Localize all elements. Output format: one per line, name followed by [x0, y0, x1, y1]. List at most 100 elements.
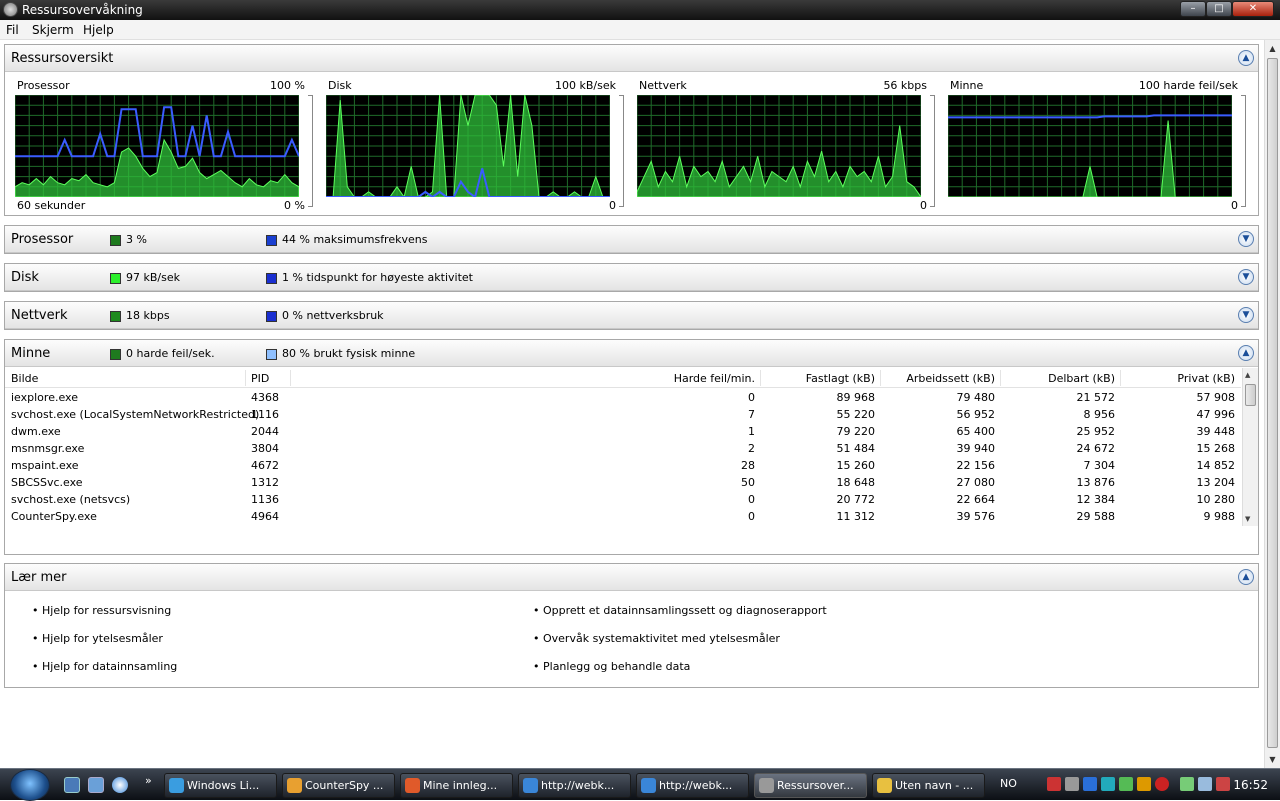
- menu-help[interactable]: Hjelp: [83, 23, 114, 37]
- cell-pid: 4368: [251, 391, 279, 404]
- taskbar-button[interactable]: http://webk...: [636, 773, 749, 798]
- network-usage-label: 0 % nettverksbruk: [282, 309, 384, 322]
- column-header-commit[interactable]: Fastlagt (kB): [765, 372, 875, 385]
- overview-title: Ressursoversikt: [11, 51, 114, 66]
- network-rate-swatch: [110, 311, 121, 322]
- window-scrollbar[interactable]: ▲ ▼: [1264, 40, 1280, 768]
- network-section-header[interactable]: Nettverk 18 kbps 0 % nettverksbruk ▼: [5, 302, 1258, 329]
- help-performance-monitor-link[interactable]: • Hjelp for ytelsesmåler: [32, 632, 163, 645]
- create-collector-set-link[interactable]: • Opprett et datainnsamlingssett og diagn…: [533, 604, 827, 617]
- taskbar-button-label: Ressursover...: [777, 779, 854, 792]
- help-resource-view-link[interactable]: • Hjelp for ressursvisning: [32, 604, 171, 617]
- tray-stop-icon[interactable]: [1155, 777, 1169, 791]
- start-button[interactable]: [10, 769, 50, 801]
- taskbar-button[interactable]: Uten navn - ...: [872, 773, 985, 798]
- column-header-shareable[interactable]: Delbart (kB): [1005, 372, 1115, 385]
- tray-antispyware-icon[interactable]: [1119, 777, 1133, 791]
- collapse-up-icon[interactable]: ▲: [1238, 50, 1254, 66]
- title-bar: Ressursovervåkning – □ ✕: [0, 0, 1280, 20]
- language-indicator[interactable]: NO: [1000, 777, 1017, 790]
- tray-security-icon[interactable]: [1047, 777, 1061, 791]
- expand-down-icon[interactable]: ▼: [1238, 231, 1254, 247]
- close-button[interactable]: ✕: [1232, 1, 1274, 17]
- cpu-section-title: Prosessor: [11, 232, 74, 247]
- table-scrollbar[interactable]: ▲ ▼: [1242, 368, 1258, 526]
- column-header-private[interactable]: Privat (kB): [1125, 372, 1235, 385]
- taskbar-button[interactable]: CounterSpy ...: [282, 773, 395, 798]
- table-row[interactable]: iexplore.exe 4368 0 89 968 79 480 21 572 57 90…: [5, 389, 1241, 406]
- tray-update-icon[interactable]: [1137, 777, 1151, 791]
- menu-view[interactable]: Skjerm: [32, 23, 74, 37]
- collapse-up-icon[interactable]: ▲: [1238, 345, 1254, 361]
- network-graph-title: Nettverk: [639, 79, 687, 92]
- cell-private: 57 908: [1196, 391, 1236, 404]
- table-row[interactable]: svchost.exe (netsvcs) 1136 0 20 772 22 664 12…: [5, 491, 1241, 508]
- disk-section-title: Disk: [11, 270, 39, 285]
- table-row[interactable]: svchost.exe (LocalSystemNetworkRestricte…: [5, 406, 1241, 423]
- cell-pid: 4964: [251, 510, 279, 523]
- taskbar: » Windows Li... CounterSpy ... Mine innleg…: [0, 768, 1280, 801]
- cpu-usage-swatch: [110, 235, 121, 246]
- volume-icon[interactable]: [1216, 777, 1230, 791]
- collapse-up-icon[interactable]: ▲: [1238, 569, 1254, 585]
- expand-down-icon[interactable]: ▼: [1238, 269, 1254, 285]
- clock[interactable]: 16:52: [1233, 778, 1268, 792]
- help-data-collection-link[interactable]: • Hjelp for datainnsamling: [32, 660, 177, 673]
- table-row[interactable]: dwm.exe 2044 1 79 220 65 400 25 952 39 448: [5, 423, 1241, 440]
- internet-explorer-icon[interactable]: [112, 777, 128, 793]
- chevron-right-icon[interactable]: »: [145, 774, 152, 787]
- column-header-working-set[interactable]: Arbeidssett (kB): [885, 372, 995, 385]
- schedule-data-link[interactable]: • Planlegg og behandle data: [533, 660, 690, 673]
- minimize-button[interactable]: –: [1180, 1, 1206, 17]
- menu-file[interactable]: Fil: [6, 23, 19, 37]
- column-header-pid[interactable]: PID: [251, 372, 269, 385]
- network-section: Nettverk 18 kbps 0 % nettverksbruk ▼: [4, 301, 1259, 330]
- memory-section-header[interactable]: Minne 0 harde feil/sek. 80 % brukt fysis…: [5, 340, 1258, 367]
- cell-shareable: 7 304: [1083, 459, 1116, 472]
- show-desktop-icon[interactable]: [64, 777, 80, 793]
- cell-working-set: 79 480: [956, 391, 996, 404]
- monitor-activity-link[interactable]: • Overvåk systemaktivitet med ytelsesmåle…: [533, 632, 780, 645]
- table-row[interactable]: explorer.exe4082129 83632 59223 1409 452: [5, 525, 1241, 526]
- table-row[interactable]: msnmsgr.exe 3804 2 51 484 39 940 24 672 15 268: [5, 440, 1241, 457]
- cell-image: CounterSpy.exe: [11, 510, 97, 523]
- expand-down-icon[interactable]: ▼: [1238, 307, 1254, 323]
- cpu-usage-label: 3 %: [126, 233, 147, 246]
- scroll-up-icon[interactable]: ▲: [1266, 41, 1279, 56]
- column-header-hard-faults[interactable]: Harde feil/min.: [565, 372, 755, 385]
- window-scroll-thumb[interactable]: [1267, 58, 1278, 748]
- cell-working-set: 39 940: [956, 442, 996, 455]
- taskbar-button[interactable]: http://webk...: [518, 773, 631, 798]
- table-row[interactable]: CounterSpy.exe 4964 0 11 312 39 576 29 588 9 9…: [5, 508, 1241, 525]
- scroll-up-icon[interactable]: ▲: [1245, 371, 1250, 379]
- network-icon[interactable]: [1198, 777, 1212, 791]
- switch-windows-icon[interactable]: [88, 777, 104, 793]
- maximize-button[interactable]: □: [1206, 1, 1232, 17]
- column-header-image[interactable]: Bilde: [11, 372, 38, 385]
- table-scroll-thumb[interactable]: [1245, 384, 1256, 406]
- table-row[interactable]: mspaint.exe 4672 28 15 260 22 156 7 304 14 852: [5, 457, 1241, 474]
- cell-working-set: 22 156: [956, 459, 996, 472]
- taskbar-button[interactable]: Ressursover...: [754, 773, 867, 798]
- cpu-section-header[interactable]: Prosessor 3 % 44 % maksimumsfrekvens ▼: [5, 226, 1258, 253]
- network-rate-label: 18 kbps: [126, 309, 170, 322]
- memory-section-title: Minne: [11, 346, 51, 361]
- tray-app-icon[interactable]: [1101, 777, 1115, 791]
- cell-commit: 89 968: [836, 391, 876, 404]
- tray-messenger-icon[interactable]: [1065, 777, 1079, 791]
- taskbar-button[interactable]: Mine innleg...: [400, 773, 513, 798]
- cell-image: msnmsgr.exe: [11, 442, 85, 455]
- bluetooth-icon[interactable]: [1083, 777, 1097, 791]
- tray-power-icon[interactable]: [1180, 777, 1194, 791]
- cpu-frequency-swatch: [266, 235, 277, 246]
- cpu-graph: [15, 95, 299, 197]
- cell-image: svchost.exe (LocalSystemNetworkRestricte…: [11, 408, 260, 421]
- taskbar-button[interactable]: Windows Li...: [164, 773, 277, 798]
- learn-more-header[interactable]: Lær mer ▲: [5, 564, 1258, 591]
- cell-private: 47 996: [1196, 408, 1236, 421]
- overview-header[interactable]: Ressursoversikt ▲: [5, 45, 1258, 72]
- scroll-down-icon[interactable]: ▼: [1245, 515, 1250, 523]
- disk-section-header[interactable]: Disk 97 kB/sek 1 % tidspunkt for høyeste…: [5, 264, 1258, 291]
- table-row[interactable]: SBCSSvc.exe 1312 50 18 648 27 080 13 876 13 20…: [5, 474, 1241, 491]
- scroll-down-icon[interactable]: ▼: [1266, 752, 1279, 767]
